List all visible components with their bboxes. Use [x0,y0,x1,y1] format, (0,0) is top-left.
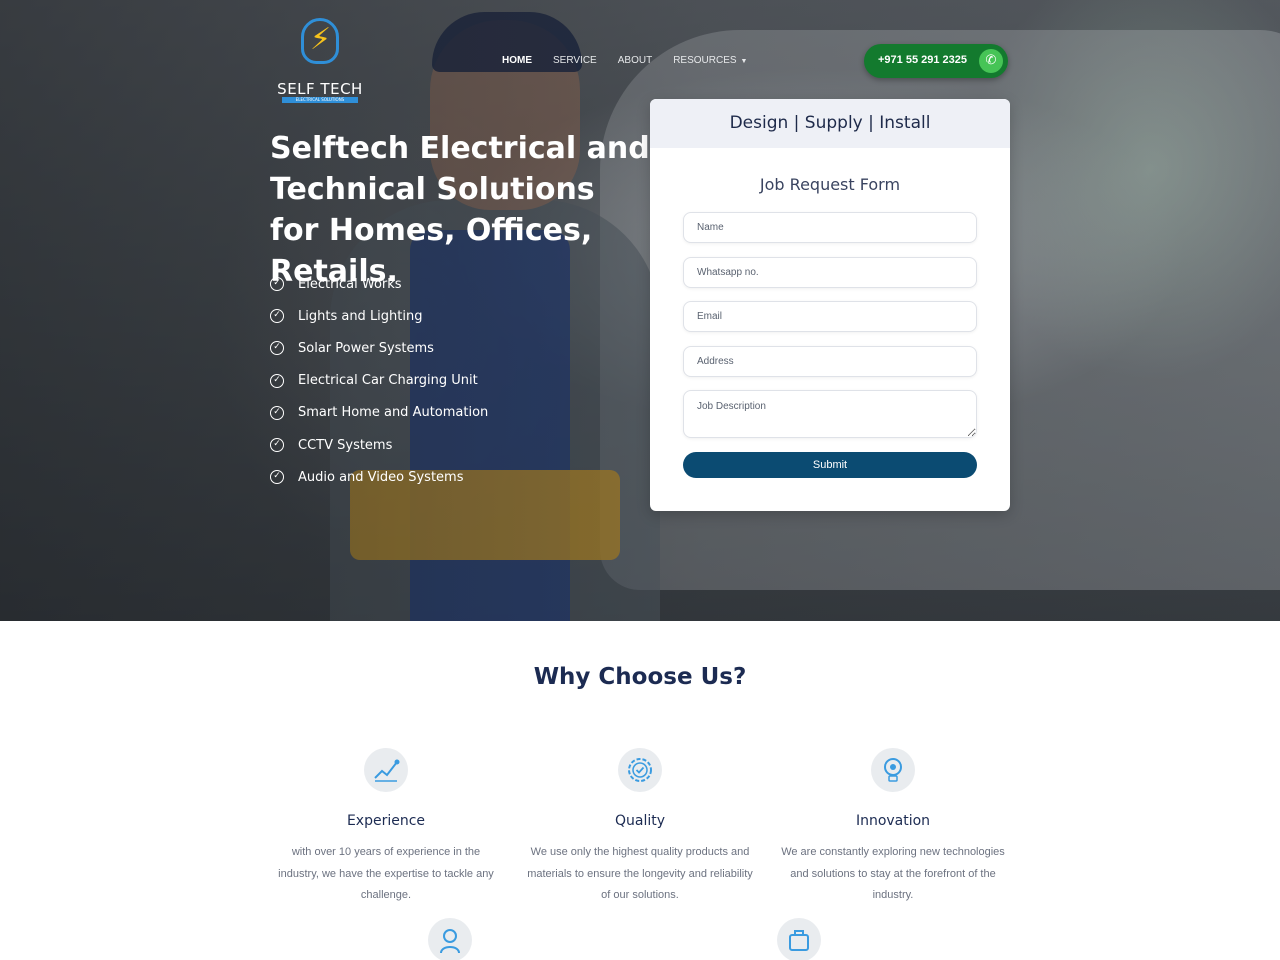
nav-resources[interactable]: RESOURCES ▼ [673,55,747,66]
caret-down-icon: ▼ [740,58,748,65]
feature-item: ✓ Electrical Car Charging Unit [270,365,488,397]
form-header: Design | Supply | Install [650,99,1010,148]
why-item-title: Quality [614,813,666,829]
why-item-experience: Experience with over 10 years of experie… [266,748,506,907]
experience-chart-icon [364,748,408,792]
why-item-quality: Quality We use only the highest quality … [520,748,760,907]
why-item-description: We are constantly exploring new technolo… [781,846,1005,901]
phone-icon: ✆ [979,49,1003,73]
job-description-input[interactable] [683,390,977,438]
brand-logo[interactable]: ⚡ SELF TECH ELECTRICAL SOLUTIONS [270,18,370,103]
brand-name: SELF TECH [277,80,363,98]
main-nav: HOME SERVICE ABOUT RESOURCES ▼ [502,55,768,66]
check-circle-icon: ✓ [270,309,284,324]
hero-overlay [0,0,1280,621]
whatsapp-input[interactable] [683,257,977,288]
why-item-innovation: Innovation We are constantly exploring n… [773,748,1013,907]
check-circle-icon: ✓ [270,438,284,453]
feature-label: CCTV Systems [298,437,393,453]
hero-section: ⚡ SELF TECH ELECTRICAL SOLUTIONS HOME SE… [0,0,1280,621]
lightning-bolt-icon: ⚡ [310,22,332,57]
check-circle-icon: ✓ [270,277,284,292]
feature-label: Electrical Works [298,276,402,292]
nav-service[interactable]: SERVICE [553,55,597,66]
check-circle-icon: ✓ [270,341,284,356]
feature-label: Audio and Video Systems [298,469,464,485]
why-item-title: Innovation [855,813,931,829]
feature-label: Solar Power Systems [298,340,434,356]
phone-number: +971 55 291 2325 [878,54,968,66]
feature-list: ✓ Electrical Works ✓ Lights and Lighting ✓… [270,268,488,493]
quality-badge-icon [618,748,662,792]
tools-icon [777,918,821,960]
email-input[interactable] [683,301,977,332]
name-input[interactable] [683,212,977,243]
feature-item: ✓ Audio and Video Systems [270,461,488,493]
feature-item: ✓ Lights and Lighting [270,300,488,332]
why-item-title: Experience [346,813,426,829]
address-input[interactable] [683,346,977,377]
nav-home[interactable]: HOME [502,55,532,66]
nav-resources-label: RESOURCES [673,55,737,66]
feature-item: ✓ Smart Home and Automation [270,397,488,429]
feature-item: ✓ Solar Power Systems [270,332,488,364]
check-circle-icon: ✓ [270,405,284,420]
job-request-form: Design | Supply | Install Job Request Fo… [650,99,1010,511]
phone-call-button[interactable]: +971 55 291 2325 ✆ [864,44,1008,78]
why-item-description: We use only the highest quality products… [527,846,753,901]
support-agent-icon [428,918,472,960]
feature-label: Smart Home and Automation [298,405,489,421]
nav-about[interactable]: ABOUT [618,55,652,66]
submit-button[interactable]: Submit [683,452,977,478]
why-item-description: with over 10 years of experience in the … [278,846,494,901]
feature-label: Electrical Car Charging Unit [298,373,478,389]
feature-label: Lights and Lighting [298,308,423,324]
brand-tagline: ELECTRICAL SOLUTIONS [282,97,358,103]
section-title: Why Choose Us? [533,664,747,690]
feature-item: ✓ Electrical Works [270,268,488,300]
feature-item: ✓ CCTV Systems [270,429,488,461]
check-circle-icon: ✓ [270,373,284,388]
form-title: Job Request Form [759,175,901,194]
check-circle-icon: ✓ [270,470,284,485]
innovation-bulb-icon [871,748,915,792]
